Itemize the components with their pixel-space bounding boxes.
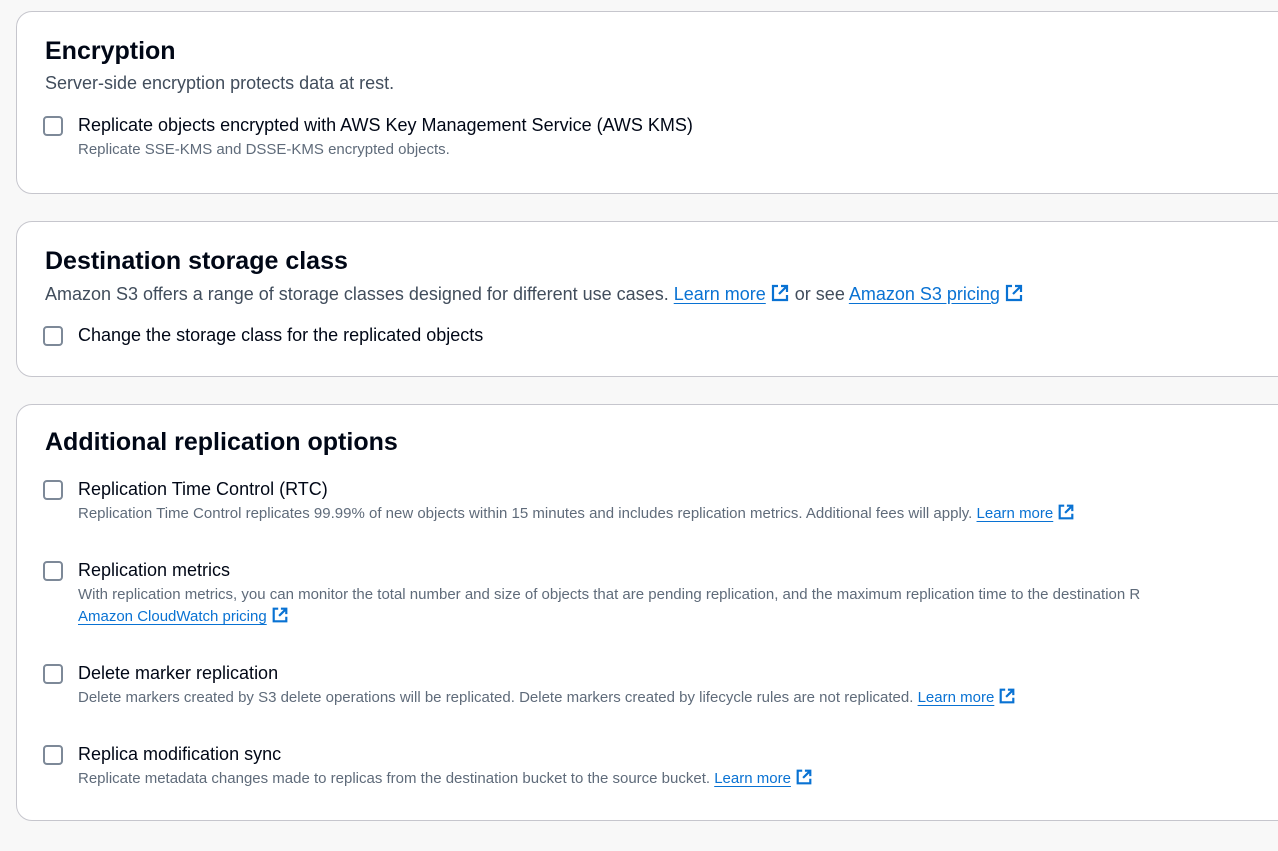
delete-marker-learn-more-link[interactable]: Learn more bbox=[918, 689, 995, 706]
encryption-panel: Encryption Server-side encryption protec… bbox=[16, 11, 1278, 194]
storage-class-description-prefix: Amazon S3 offers a range of storage clas… bbox=[45, 284, 669, 304]
rtc-option-description: Replication Time Control replicates 99.9… bbox=[78, 503, 1075, 525]
rtc-checkbox[interactable] bbox=[43, 480, 63, 500]
external-link-icon[interactable] bbox=[998, 687, 1016, 705]
metrics-option-label[interactable]: Replication metrics bbox=[78, 559, 230, 581]
delete-marker-option: Delete marker replication Delete markers… bbox=[43, 662, 1278, 724]
external-link-icon[interactable] bbox=[271, 606, 289, 624]
additional-options-title: Additional replication options bbox=[45, 428, 398, 456]
delete-marker-option-label[interactable]: Delete marker replication bbox=[78, 662, 278, 684]
metrics-checkbox[interactable] bbox=[43, 561, 63, 581]
additional-options-panel: Additional replication options Replicati… bbox=[16, 404, 1278, 821]
storage-class-option-label[interactable]: Change the storage class for the replica… bbox=[78, 324, 483, 346]
kms-option-description: Replicate SSE-KMS and DSSE-KMS encrypted… bbox=[78, 141, 450, 158]
storage-class-description: Amazon S3 offers a range of storage clas… bbox=[45, 283, 1024, 305]
delete-marker-checkbox[interactable] bbox=[43, 664, 63, 684]
storage-class-learn-more-link[interactable]: Learn more bbox=[674, 284, 766, 304]
storage-class-description-middle: or see bbox=[794, 284, 845, 304]
replica-sync-option-description: Replicate metadata changes made to repli… bbox=[78, 768, 813, 790]
rtc-option: Replication Time Control (RTC) Replicati… bbox=[43, 478, 1278, 540]
cloudwatch-pricing-link[interactable]: Amazon CloudWatch pricing bbox=[78, 608, 267, 625]
metrics-link-line: Amazon CloudWatch pricing bbox=[78, 606, 289, 628]
replica-sync-checkbox[interactable] bbox=[43, 745, 63, 765]
rtc-description-text: Replication Time Control replicates 99.9… bbox=[78, 505, 973, 522]
external-link-icon[interactable] bbox=[1057, 503, 1075, 521]
kms-checkbox[interactable] bbox=[43, 116, 63, 136]
rtc-learn-more-link[interactable]: Learn more bbox=[977, 505, 1054, 522]
external-link-icon[interactable] bbox=[1004, 283, 1024, 303]
replica-sync-option: Replica modification sync Replicate meta… bbox=[43, 743, 1278, 805]
replica-sync-option-label[interactable]: Replica modification sync bbox=[78, 743, 281, 765]
kms-option-label[interactable]: Replicate objects encrypted with AWS Key… bbox=[78, 114, 693, 136]
metrics-option: Replication metrics With replication met… bbox=[43, 559, 1278, 625]
kms-option: Replicate objects encrypted with AWS Key… bbox=[43, 114, 1278, 176]
encryption-title: Encryption bbox=[45, 37, 176, 65]
external-link-icon[interactable] bbox=[795, 768, 813, 786]
metrics-option-description: With replication metrics, you can monito… bbox=[78, 586, 1141, 603]
delete-marker-description-text: Delete markers created by S3 delete oper… bbox=[78, 689, 914, 706]
storage-class-option: Change the storage class for the replica… bbox=[43, 324, 1278, 386]
storage-class-title: Destination storage class bbox=[45, 247, 348, 275]
external-link-icon[interactable] bbox=[770, 283, 790, 303]
s3-pricing-link[interactable]: Amazon S3 pricing bbox=[849, 284, 1000, 304]
delete-marker-option-description: Delete markers created by S3 delete oper… bbox=[78, 687, 1016, 709]
storage-class-checkbox[interactable] bbox=[43, 326, 63, 346]
replica-sync-learn-more-link[interactable]: Learn more bbox=[714, 770, 791, 787]
replica-sync-description-text: Replicate metadata changes made to repli… bbox=[78, 770, 711, 787]
storage-class-panel: Destination storage class Amazon S3 offe… bbox=[16, 221, 1278, 377]
rtc-option-label[interactable]: Replication Time Control (RTC) bbox=[78, 478, 328, 500]
encryption-description: Server-side encryption protects data at … bbox=[45, 73, 395, 93]
